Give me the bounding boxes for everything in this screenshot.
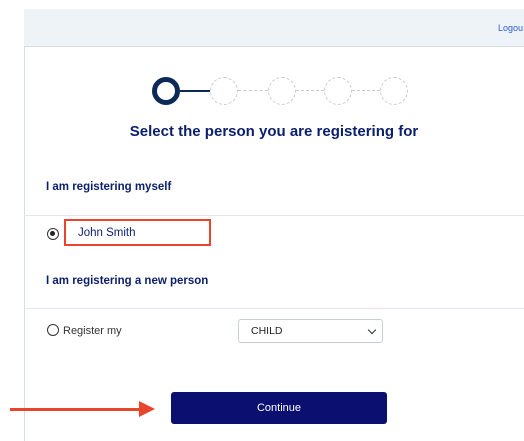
relation-select-value: CHILD (251, 325, 283, 337)
divider-1 (24, 215, 524, 216)
radio-register-new-person[interactable] (47, 324, 59, 336)
annotation-arrow-shaft (10, 408, 145, 411)
register-my-label: Register my (63, 325, 122, 337)
step-connector-3 (296, 90, 324, 91)
top-bar (24, 9, 524, 47)
relation-select[interactable]: CHILD (238, 319, 383, 343)
annotation-arrow-icon (139, 401, 155, 417)
step-5 (380, 77, 408, 105)
step-connector-1 (180, 90, 210, 92)
divider-2 (24, 308, 524, 309)
progress-stepper (152, 77, 412, 107)
logout-link[interactable]: Logou (498, 23, 523, 33)
page-title: Select the person you are registering fo… (129, 123, 419, 140)
self-section-heading: I am registering myself (46, 181, 172, 193)
step-3 (268, 77, 296, 105)
person-name[interactable]: John Smith (78, 227, 136, 239)
step-connector-4 (352, 90, 380, 91)
chevron-down-icon (367, 325, 377, 335)
step-4 (324, 77, 352, 105)
new-person-section-heading: I am registering a new person (46, 275, 209, 287)
step-2 (210, 77, 238, 105)
continue-button[interactable]: Continue (171, 392, 387, 424)
step-1-current (152, 77, 180, 105)
step-connector-2 (238, 90, 268, 91)
radio-register-self[interactable] (47, 228, 59, 240)
